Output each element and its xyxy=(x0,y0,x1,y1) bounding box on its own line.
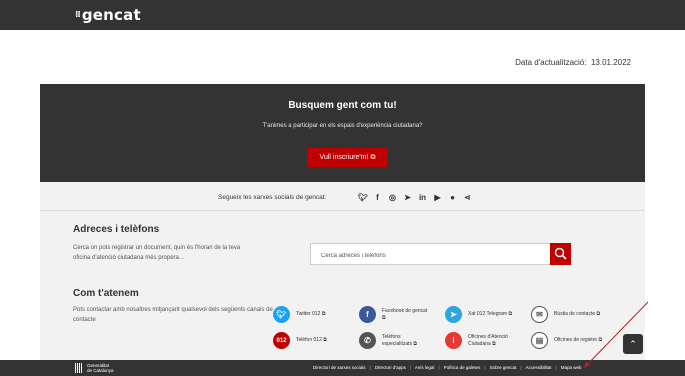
channel-phone-012[interactable]: 012 Telèfon 012 ⧉ xyxy=(273,332,346,349)
facebook-icon[interactable]: f xyxy=(373,192,382,204)
signup-button[interactable]: Vull inscriure'm! ⧉ xyxy=(307,148,388,167)
footer-link[interactable]: Política de galetes xyxy=(444,365,481,370)
gencat-logo[interactable]: ⁞⁞ gencat xyxy=(75,6,141,24)
channel-label: Facebook de gencat ⧉ xyxy=(382,307,428,321)
phone-012-icon: 012 xyxy=(273,332,290,349)
signup-button-label: Vull inscriure'm! xyxy=(319,154,369,161)
address-search xyxy=(310,243,571,266)
footer-link[interactable]: Avís legal xyxy=(415,365,434,370)
addresses-title: Adreces i telèfons xyxy=(73,224,160,235)
footer-link-accessibility[interactable]: Accessibilitat xyxy=(526,365,552,370)
footer: Generalitat de Catalunya Directori de xar… xyxy=(0,360,685,376)
twitter-icon: 🐦︎ xyxy=(273,306,290,323)
footer-link[interactable]: Sobre gencat xyxy=(490,365,517,370)
channel-telegram[interactable]: ➤ Xat 012 Telegram ⧉ xyxy=(445,306,528,323)
update-date: Data d'actualització: 13.01.2022 xyxy=(515,58,631,67)
logo-text: gencat xyxy=(81,6,141,24)
instagram-icon[interactable]: ◎ xyxy=(388,192,397,204)
share-icon[interactable]: ⋖ xyxy=(463,192,472,204)
social-text: Segueix les xarxes socials de gencat: xyxy=(218,194,327,201)
footer-links: Directori de xarxes socials | Directori d… xyxy=(313,365,582,370)
social-row: Segueix les xarxes socials de gencat: 🐦︎… xyxy=(40,192,645,206)
channel-registry-offices[interactable]: ▤ Oficines de registre ⧉ xyxy=(531,332,604,349)
document-icon: ▤ xyxy=(531,332,548,349)
youtube-icon[interactable]: ▶ xyxy=(433,192,442,204)
promo-banner: Busquem gent com tu! T'animes a particip… xyxy=(40,84,645,182)
chevron-up-icon: ⌃ xyxy=(629,339,637,349)
grid-icon: ⁞⁞ xyxy=(75,10,81,20)
channel-label: Telèfon 012 ⧉ xyxy=(296,337,327,343)
channel-label: Twitter 012 ⧉ xyxy=(296,311,326,317)
address-search-input[interactable] xyxy=(311,246,541,266)
channel-label: Xat 012 Telegram ⧉ xyxy=(468,311,513,317)
external-link-icon: ⧉ xyxy=(370,154,376,161)
search-button[interactable] xyxy=(550,243,571,265)
channel-label: Oficines d'Atenció Ciutadana ⧉ xyxy=(468,333,508,347)
channel-citizen-offices[interactable]: i Oficines d'Atenció Ciutadana ⧉ xyxy=(445,332,518,349)
phone-icon: ✆ xyxy=(359,332,376,349)
update-label: Data d'actualització: xyxy=(515,58,587,67)
channel-mailbox[interactable]: ✉ Bústia de contacte ⧉ xyxy=(531,306,604,323)
footer-link[interactable]: Directori d'apps xyxy=(375,365,406,370)
channel-label: Telèfons especialitzats ⧉ xyxy=(382,333,417,347)
contact-description: Pots contactar amb nosaltres mitjançant … xyxy=(73,307,273,323)
generalitat-emblem-icon xyxy=(75,363,84,373)
telegram-icon[interactable]: ➤ xyxy=(403,192,412,204)
channel-twitter[interactable]: 🐦︎ Twitter 012 ⧉ xyxy=(273,306,346,323)
generalitat-logo-text: Generalitat de Catalunya xyxy=(87,363,114,373)
top-bar: ⁞⁞ gencat xyxy=(0,0,685,30)
linkedin-icon[interactable]: in xyxy=(418,192,427,204)
social-icons: 🐦︎ f ◎ ➤ in ▶ ● ⋖ xyxy=(358,192,472,204)
channel-label: Bústia de contacte ⧉ xyxy=(554,311,601,317)
twitter-icon[interactable]: 🐦︎ xyxy=(358,192,368,204)
footer-link[interactable]: Directori de xarxes socials xyxy=(313,365,366,370)
update-value: 13.01.2022 xyxy=(590,58,631,67)
flickr-icon[interactable]: ● xyxy=(448,192,457,204)
facebook-icon: f xyxy=(359,306,376,323)
contact-title: Com t'atenem xyxy=(73,288,139,299)
telegram-icon: ➤ xyxy=(445,306,462,323)
mail-icon: ✉ xyxy=(531,306,548,323)
contact-section: Segueix les xarxes socials de gencat: 🐦︎… xyxy=(40,182,645,360)
promo-subtitle: T'animes a participar en els espais d'ex… xyxy=(262,123,423,129)
back-to-top-button[interactable]: ⌃ xyxy=(623,334,643,354)
generalitat-logo[interactable]: Generalitat de Catalunya xyxy=(75,363,114,373)
info-icon: i xyxy=(445,332,462,349)
search-icon xyxy=(554,247,567,260)
channel-label: Oficines de registre ⧉ xyxy=(554,337,603,343)
footer-link[interactable]: Mapa web xyxy=(561,365,582,370)
addresses-description: Cerca on pots registrar un document, qui… xyxy=(73,245,241,261)
channel-specialized-phones[interactable]: ✆ Telèfons especialitzats ⧉ xyxy=(359,332,432,349)
channel-facebook[interactable]: f Facebook de gencat ⧉ xyxy=(359,306,432,323)
promo-title: Busquem gent com tu! xyxy=(288,100,397,111)
divider xyxy=(40,210,645,211)
